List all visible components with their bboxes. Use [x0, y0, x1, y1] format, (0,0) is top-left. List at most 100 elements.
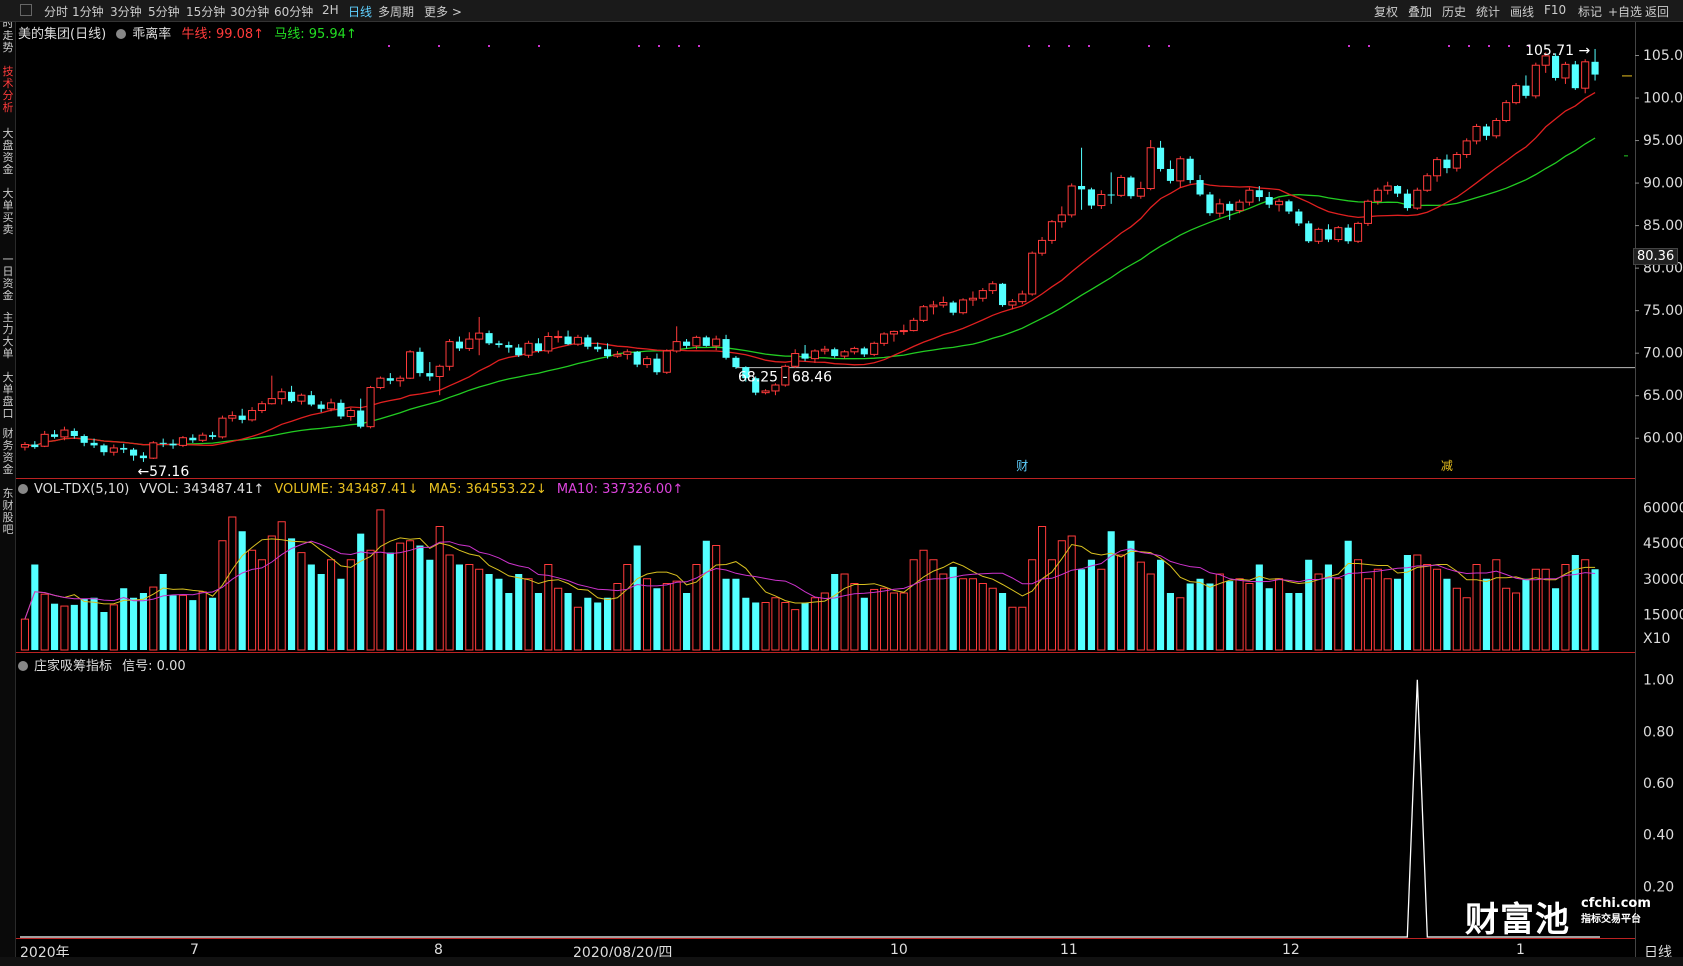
marker-dot-2 — [488, 45, 490, 47]
watermark-site: cfchi.com — [1581, 896, 1651, 911]
pane-separator-3 — [16, 938, 1635, 939]
candle-body — [505, 345, 513, 348]
volume-bar — [653, 588, 661, 650]
candle-body — [1344, 227, 1352, 242]
candle-body — [1186, 158, 1194, 181]
candle-body — [840, 351, 849, 357]
signal-indicator-name[interactable]: 庄家吸筹指标 — [34, 659, 112, 674]
volume-bar — [633, 545, 641, 650]
volume-bar — [1512, 592, 1521, 651]
volume-bar — [495, 578, 503, 650]
volume-bar — [238, 531, 246, 650]
candle-body — [1067, 185, 1076, 216]
candle-body — [445, 341, 454, 367]
volume-bar — [426, 559, 434, 650]
vvol-value: VVOL: 343487.41↑ — [139, 482, 265, 497]
volume-dot-icon[interactable] — [18, 484, 28, 494]
volume-bar — [1285, 593, 1293, 650]
signal-dot-icon[interactable] — [18, 661, 28, 671]
ma30-end-mark — [1624, 155, 1628, 157]
volume-bar — [130, 597, 138, 650]
volume-bar — [1314, 573, 1323, 651]
volume-value: VOLUME: 343487.41↓ — [274, 482, 419, 497]
candle-body — [1275, 200, 1284, 206]
candle-body — [870, 342, 879, 355]
volume-bar — [109, 604, 118, 651]
volume-bar — [307, 564, 315, 650]
candle-body — [178, 437, 187, 446]
stock-title[interactable]: 美的集团(日线) — [18, 27, 106, 42]
price-tick: 60.00 — [1643, 431, 1683, 447]
low-annotation: ←57.16 — [137, 464, 189, 480]
volume-bar — [1157, 559, 1165, 650]
volume-bar — [257, 559, 266, 651]
price-tick: 75.00 — [1643, 303, 1683, 319]
candle-body — [1018, 293, 1027, 303]
price-tick: 105.00 — [1643, 48, 1683, 64]
candle-body — [435, 365, 444, 377]
volume-bar — [791, 609, 800, 651]
price-tick-mark — [1635, 267, 1639, 269]
high-annotation: 105.71 → — [1525, 43, 1590, 59]
volume-bar — [139, 593, 147, 650]
volume-bar — [416, 545, 424, 650]
marker-dot-9 — [1048, 45, 1050, 47]
volume-bar — [60, 605, 69, 651]
volume-bar — [929, 559, 938, 651]
ma5-value: MA5: 364553.22↓ — [428, 482, 547, 497]
volume-indicator-name[interactable]: VOL-TDX(5,10) — [34, 482, 129, 497]
indicator-dot-icon[interactable] — [116, 29, 127, 39]
volume-bar — [31, 564, 39, 650]
candle-body — [1334, 227, 1343, 241]
candle-body — [1097, 193, 1106, 207]
volume-bar — [1452, 587, 1461, 651]
volume-bar — [732, 578, 740, 650]
volume-bar — [623, 564, 632, 651]
marker-dot-3 — [538, 45, 540, 47]
volume-bar — [1423, 564, 1432, 651]
candle-body — [662, 350, 671, 373]
candle-body — [1265, 197, 1273, 205]
candle-body — [218, 417, 227, 438]
volume-bar — [771, 597, 780, 651]
price-tick-mark — [1635, 395, 1639, 397]
volume-bar — [1127, 540, 1135, 650]
volume-bar — [1295, 593, 1303, 650]
volume-bar — [1373, 568, 1382, 651]
candle-body — [919, 306, 928, 321]
volume-bar — [1196, 578, 1204, 650]
candle-body — [70, 430, 78, 437]
volume-bar — [228, 516, 237, 651]
candle-body — [327, 402, 336, 410]
candle-body — [683, 341, 691, 346]
price-tick: 100.00 — [1643, 91, 1683, 107]
indicator-name[interactable]: 乖离率 — [132, 27, 171, 42]
candle-body — [426, 373, 434, 377]
volume-bar — [573, 606, 582, 651]
volume-bar — [722, 578, 730, 650]
volume-bar — [1235, 578, 1244, 651]
candle-body — [109, 447, 118, 453]
volume-bar — [870, 588, 879, 651]
price-tick-mark — [1635, 437, 1639, 439]
volume-bar — [465, 564, 474, 651]
marker-dot-5 — [658, 45, 660, 47]
candle-body — [1117, 176, 1126, 196]
candle-body — [653, 358, 661, 373]
candle-body — [1196, 180, 1204, 195]
candle-body — [1078, 185, 1086, 190]
candle-body — [1472, 125, 1481, 142]
candle-body — [130, 449, 138, 456]
marker-dot-8 — [1028, 45, 1030, 47]
volume-bar — [899, 592, 908, 651]
volume-bar — [544, 564, 553, 651]
candle-body — [850, 347, 859, 353]
candle-body — [357, 410, 365, 427]
candle-body — [889, 330, 898, 335]
candle-body — [1512, 85, 1521, 104]
date-label-2: 8 — [434, 942, 443, 958]
signal-pane-header: 庄家吸筹指标 信号: 0.00 — [18, 655, 192, 674]
volume-bar — [396, 542, 405, 651]
candle-body — [791, 353, 800, 367]
volume-bar — [1097, 568, 1106, 651]
